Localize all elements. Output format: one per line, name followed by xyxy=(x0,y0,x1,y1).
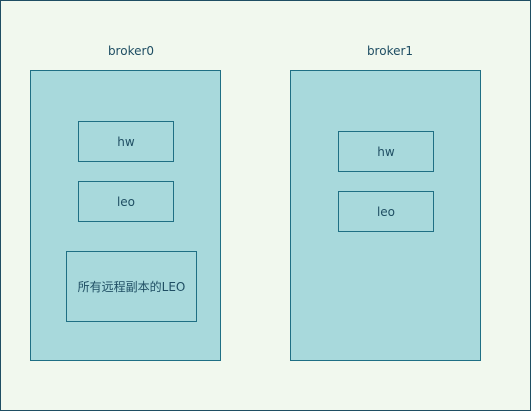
broker0-hw-box: hw xyxy=(78,121,174,162)
broker1-label: broker1 xyxy=(366,44,414,58)
broker1-hw-box: hw xyxy=(338,131,434,172)
broker0-remote-leo-box: 所有远程副本的LEO xyxy=(66,251,197,322)
broker0-leo-box: leo xyxy=(78,181,174,222)
broker0-container: hw leo 所有远程副本的LEO xyxy=(30,70,221,361)
broker1-container: hw leo xyxy=(290,70,481,361)
broker0-label: broker0 xyxy=(107,44,155,58)
broker1-leo-box: leo xyxy=(338,191,434,232)
diagram-canvas: broker0 hw leo 所有远程副本的LEO broker1 hw leo xyxy=(0,0,531,411)
